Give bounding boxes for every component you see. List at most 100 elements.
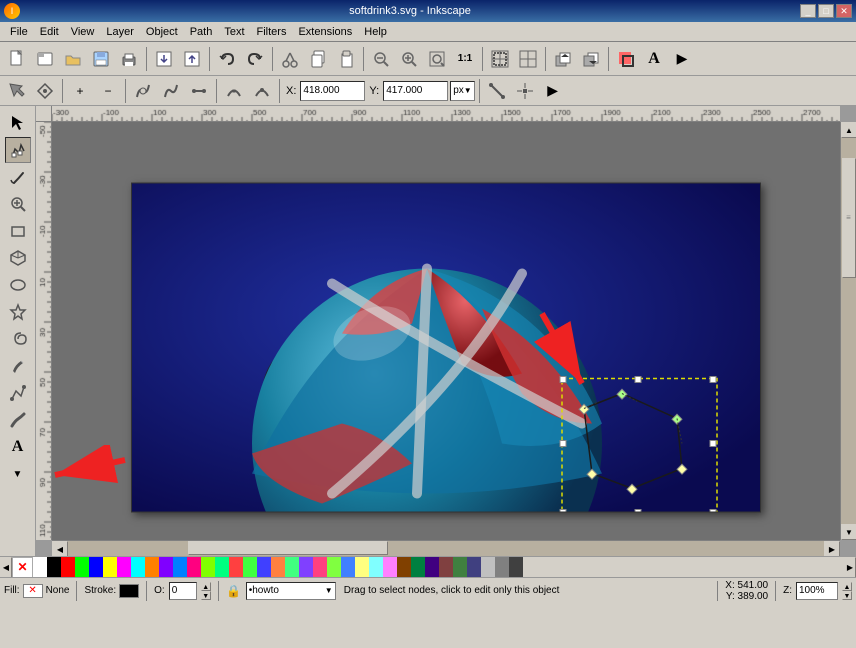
palette-scroll-left[interactable]: ◀ xyxy=(0,557,12,578)
opacity-spin[interactable]: ▲ ▼ xyxy=(201,582,211,600)
color-swatch-20[interactable] xyxy=(313,557,327,578)
unit-dropdown-arrow[interactable]: ▼ xyxy=(464,86,472,95)
menu-filters[interactable]: Filters xyxy=(251,24,293,40)
join-nodes-btn[interactable] xyxy=(186,78,212,104)
snap-nodes-btn[interactable] xyxy=(512,78,538,104)
break-path-btn[interactable] xyxy=(130,78,156,104)
color-swatch-34[interactable] xyxy=(509,557,523,578)
x-input[interactable] xyxy=(300,81,365,101)
color-swatch-31[interactable] xyxy=(467,557,481,578)
color-swatch-17[interactable] xyxy=(271,557,285,578)
color-swatch-26[interactable] xyxy=(397,557,411,578)
snap-gradient-btn[interactable] xyxy=(484,78,510,104)
color-swatch-19[interactable] xyxy=(299,557,313,578)
copy-button[interactable] xyxy=(305,46,331,72)
color-swatch-11[interactable] xyxy=(187,557,201,578)
tweak-tool[interactable] xyxy=(5,164,31,190)
scroll-up-button[interactable]: ▲ xyxy=(841,122,856,138)
zoom-input[interactable] xyxy=(796,582,838,600)
menu-view[interactable]: View xyxy=(65,24,101,40)
spiral-tool[interactable] xyxy=(5,326,31,352)
color-swatch-18[interactable] xyxy=(285,557,299,578)
scroll-right-button[interactable]: ▶ xyxy=(824,541,840,556)
save-button[interactable] xyxy=(88,46,114,72)
scroll-left-button[interactable]: ◀ xyxy=(52,541,68,556)
lower-button[interactable] xyxy=(578,46,604,72)
zoom-tool[interactable] xyxy=(5,191,31,217)
maximize-button[interactable]: □ xyxy=(818,4,834,18)
color-swatch-32[interactable] xyxy=(481,557,495,578)
menu-file[interactable]: File xyxy=(4,24,34,40)
open-button[interactable] xyxy=(60,46,86,72)
smooth-btn[interactable] xyxy=(249,78,275,104)
scroll-thumb-h[interactable] xyxy=(188,541,388,555)
paste-button[interactable] xyxy=(333,46,359,72)
color-swatch-12[interactable] xyxy=(201,557,215,578)
canvas-area[interactable]: ▲ ≡ ▼ ◀ ▶ xyxy=(36,106,856,556)
color-swatch-8[interactable] xyxy=(145,557,159,578)
cut-button[interactable] xyxy=(277,46,303,72)
color-swatch-15[interactable] xyxy=(243,557,257,578)
color-swatch-1[interactable] xyxy=(47,557,61,578)
lock-icon[interactable]: 🔒 xyxy=(226,583,242,599)
color-swatch-27[interactable] xyxy=(411,557,425,578)
minimize-button[interactable]: _ xyxy=(800,4,816,18)
rect-tool[interactable] xyxy=(5,218,31,244)
text-tool-button[interactable]: A xyxy=(641,46,667,72)
color-swatch-28[interactable] xyxy=(425,557,439,578)
color-swatch-7[interactable] xyxy=(131,557,145,578)
scrollbar-horizontal[interactable]: ◀ ▶ xyxy=(52,540,840,556)
fill-stroke-button[interactable] xyxy=(613,46,639,72)
node-tool[interactable] xyxy=(5,137,31,163)
color-swatch-22[interactable] xyxy=(341,557,355,578)
layer-dropdown[interactable]: •howto ▼ xyxy=(246,582,336,600)
more-tools-button[interactable]: ▶ xyxy=(669,46,695,72)
redo-button[interactable] xyxy=(242,46,268,72)
menu-object[interactable]: Object xyxy=(140,24,184,40)
open-templates-button[interactable] xyxy=(32,46,58,72)
color-swatch-2[interactable] xyxy=(61,557,75,578)
canvas-content[interactable] xyxy=(52,122,840,540)
palette-scroll-right[interactable]: ▶ xyxy=(844,557,856,578)
menu-help[interactable]: Help xyxy=(358,24,393,40)
scrollbar-vertical[interactable]: ▲ ≡ ▼ xyxy=(840,122,856,540)
calligraphy-tool[interactable] xyxy=(5,407,31,433)
menu-layer[interactable]: Layer xyxy=(100,24,140,40)
color-swatch-4[interactable] xyxy=(89,557,103,578)
menu-text[interactable]: Text xyxy=(218,24,250,40)
ellipse-tool[interactable] xyxy=(5,272,31,298)
scroll-down-button[interactable]: ▼ xyxy=(841,524,856,540)
undo-button[interactable] xyxy=(214,46,240,72)
ungroup-button[interactable] xyxy=(515,46,541,72)
text-tool[interactable]: A xyxy=(5,434,31,460)
color-swatch-30[interactable] xyxy=(453,557,467,578)
opacity-input[interactable] xyxy=(169,582,197,600)
color-swatch-16[interactable] xyxy=(257,557,271,578)
menu-path[interactable]: Path xyxy=(184,24,219,40)
color-swatch-0[interactable] xyxy=(33,557,47,578)
cusp-btn[interactable] xyxy=(221,78,247,104)
color-swatch-13[interactable] xyxy=(215,557,229,578)
zoom-out-button[interactable] xyxy=(368,46,394,72)
color-swatch-3[interactable] xyxy=(75,557,89,578)
color-swatch-33[interactable] xyxy=(495,557,509,578)
color-swatch-29[interactable] xyxy=(439,557,453,578)
more-snap-btn[interactable]: ▶ xyxy=(540,78,566,104)
node-transform-btn[interactable] xyxy=(32,78,58,104)
no-fill-swatch[interactable]: ✕ xyxy=(12,557,33,578)
zoom-spin[interactable]: ▲ ▼ xyxy=(842,582,852,600)
3dbox-tool[interactable] xyxy=(5,245,31,271)
export-button[interactable] xyxy=(179,46,205,72)
color-swatch-6[interactable] xyxy=(117,557,131,578)
color-swatch-23[interactable] xyxy=(355,557,369,578)
zoom-fit-button[interactable] xyxy=(424,46,450,72)
y-input[interactable] xyxy=(383,81,448,101)
color-swatch-25[interactable] xyxy=(383,557,397,578)
node-select-btn[interactable] xyxy=(4,78,30,104)
zoom-in-button[interactable] xyxy=(396,46,422,72)
import-button[interactable] xyxy=(151,46,177,72)
new-button[interactable] xyxy=(4,46,30,72)
delete-node-btn[interactable]: − xyxy=(95,78,121,104)
tools-more-button[interactable]: ▼ xyxy=(5,461,31,487)
zoom-100-button[interactable]: 1:1 xyxy=(452,46,478,72)
